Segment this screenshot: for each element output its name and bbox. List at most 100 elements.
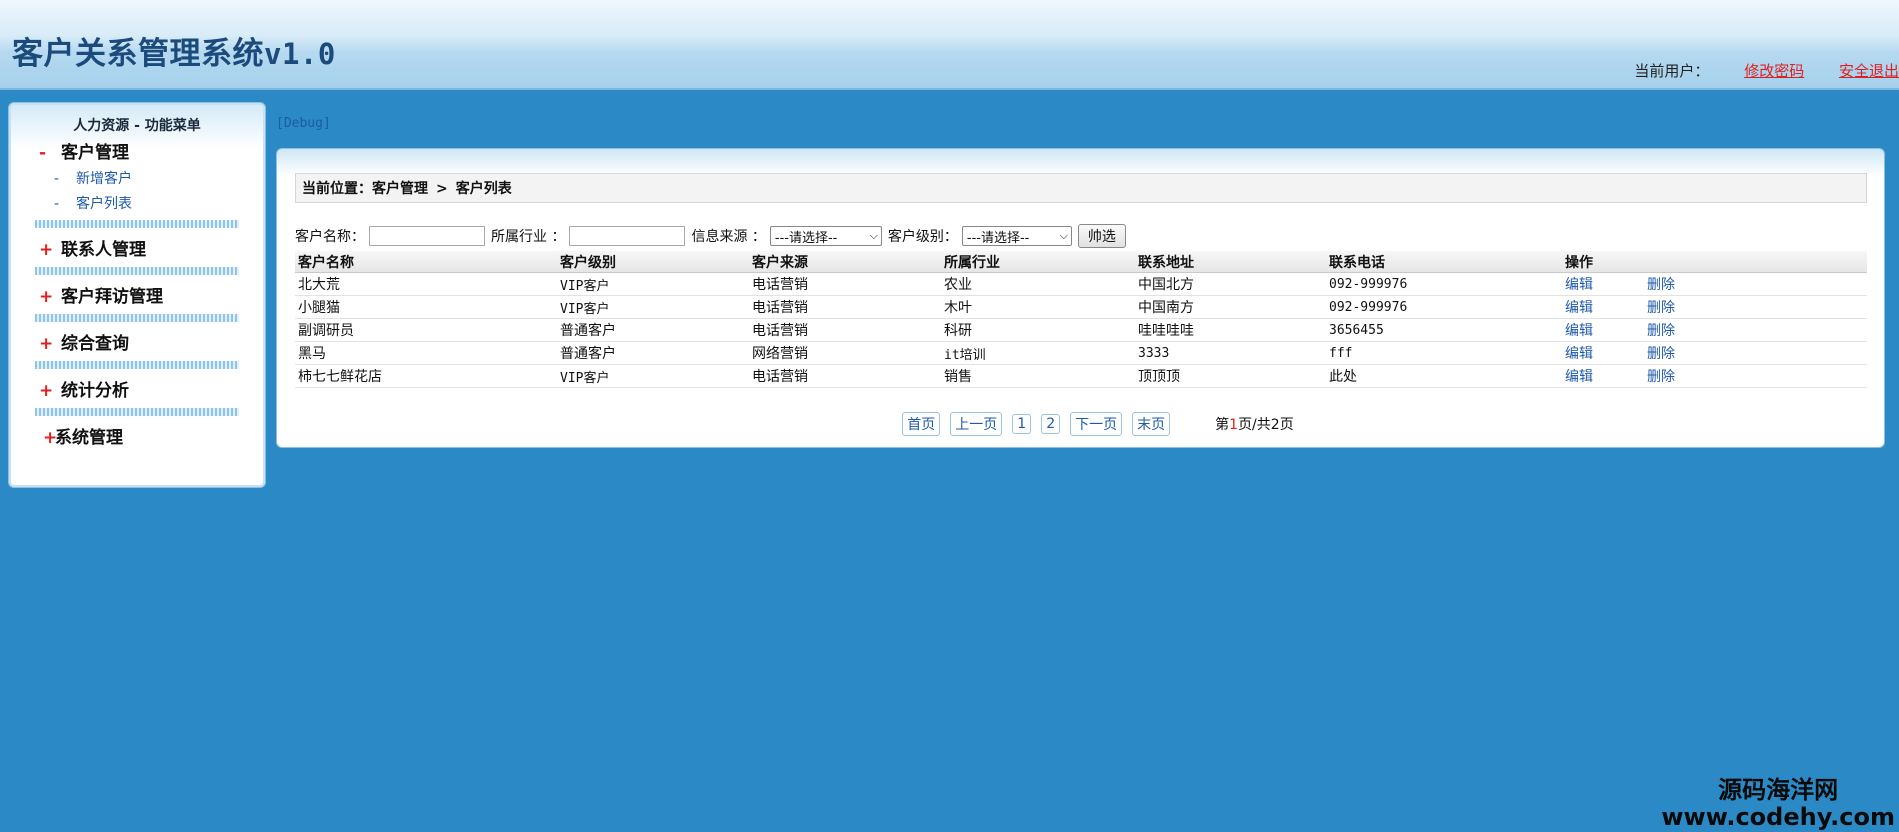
- logout-link[interactable]: 安全退出: [1839, 62, 1899, 80]
- app-version: v1.0: [264, 37, 336, 71]
- cell-source: 电话营销: [749, 272, 941, 296]
- cell-source: 电话营销: [749, 318, 941, 342]
- cell-address: 哇哇哇哇: [1135, 318, 1326, 342]
- menu-group-system[interactable]: + 系统管理: [9, 424, 265, 452]
- industry-label: 所属行业 ：: [491, 229, 566, 245]
- page-info-mid: 页/共: [1238, 417, 1271, 433]
- filter-submit-button[interactable]: 帅选: [1077, 224, 1126, 248]
- total-pages-number: 2: [1270, 417, 1280, 433]
- delete-link[interactable]: 删除: [1647, 346, 1675, 362]
- app-title: 客户关系管理系统v1.0: [12, 28, 336, 73]
- cell-name: 北大荒: [295, 272, 557, 296]
- cell-industry: 科研: [941, 318, 1135, 342]
- industry-input[interactable]: [569, 226, 686, 246]
- edit-link[interactable]: 编辑: [1565, 300, 1593, 316]
- menu-divider: [35, 408, 239, 416]
- delete-link[interactable]: 删除: [1647, 277, 1675, 293]
- change-password-link[interactable]: 修改密码: [1744, 62, 1804, 80]
- cell-level: VIP客户: [557, 272, 749, 296]
- cell-level: VIP客户: [557, 364, 749, 388]
- last-page-button[interactable]: 末页: [1132, 412, 1171, 436]
- user-bar: 当前用户： 修改密码 安全退出: [1634, 60, 1899, 81]
- dash-icon: -: [54, 196, 60, 212]
- menu-group-label: 客户管理: [61, 143, 129, 163]
- delete-link[interactable]: 删除: [1647, 369, 1675, 385]
- source-label: 信息来源 ：: [691, 229, 766, 245]
- menu-group-query[interactable]: + 综合查询: [9, 330, 265, 358]
- app-header: 客户关系管理系统v1.0 当前用户： 修改密码 安全退出: [0, 0, 1899, 90]
- menu-group-label: 联系人管理: [61, 240, 146, 260]
- menu-item-label: 新增客户: [76, 171, 132, 187]
- expand-icon: +: [39, 240, 54, 260]
- page-2-button[interactable]: 2: [1041, 414, 1061, 434]
- menu-group-visits[interactable]: + 客户拜访管理: [9, 283, 265, 311]
- collapse-icon: -: [39, 143, 47, 163]
- cell-phone: 此处: [1326, 364, 1562, 388]
- chevron-down-icon: ⌵: [1059, 229, 1068, 242]
- column-header-source: 客户来源: [749, 251, 941, 273]
- cell-address: 3333: [1135, 341, 1326, 365]
- filter-bar: 客户名称： 所属行业 ： 信息来源 ： ---请选择-- ⌵ 客户级别： ---…: [295, 223, 1867, 249]
- page-1-button[interactable]: 1: [1012, 414, 1032, 434]
- delete-link[interactable]: 删除: [1647, 323, 1675, 339]
- table-header-row: 客户名称 客户级别 客户来源 所属行业 联系地址 联系电话 操作: [295, 251, 1867, 273]
- level-select-value: ---请选择--: [966, 230, 1030, 246]
- page-info-prefix: 第: [1215, 417, 1230, 433]
- menu-item-customer-list[interactable]: - 客户列表: [9, 192, 265, 217]
- cell-source: 网络营销: [749, 341, 941, 365]
- breadcrumb-level1: 客户管理: [372, 181, 428, 197]
- table-row: 柿七七鲜花店 VIP客户 电话营销 销售 顶顶顶 此处 编辑 删除: [295, 364, 1867, 388]
- chevron-down-icon: ⌵: [869, 229, 878, 242]
- watermark: 源码海洋网 www.codehy.com: [1661, 777, 1895, 830]
- cell-actions: 编辑 删除: [1562, 364, 1867, 388]
- edit-link[interactable]: 编辑: [1565, 369, 1593, 385]
- column-header-address: 联系地址: [1135, 251, 1326, 273]
- dash-icon: -: [54, 171, 60, 187]
- cell-name: 柿七七鲜花店: [295, 364, 557, 388]
- cell-phone: 3656455: [1326, 318, 1562, 342]
- first-page-button[interactable]: 首页: [902, 412, 941, 436]
- customer-name-input[interactable]: [369, 226, 485, 246]
- menu-item-new-customer[interactable]: - 新增客户: [9, 167, 265, 192]
- expand-icon: +: [39, 381, 54, 401]
- edit-link[interactable]: 编辑: [1565, 323, 1593, 339]
- customer-level-select[interactable]: ---请选择-- ⌵: [961, 226, 1072, 246]
- cell-level: 普通客户: [557, 318, 749, 342]
- cell-industry: 木叶: [941, 295, 1135, 319]
- expand-icon: +: [43, 428, 58, 448]
- cell-source: 电话营销: [749, 364, 941, 388]
- next-page-button[interactable]: 下一页: [1070, 412, 1123, 436]
- breadcrumb-level2: 客户列表: [455, 181, 512, 197]
- cell-actions: 编辑 删除: [1562, 341, 1867, 365]
- delete-link[interactable]: 删除: [1647, 300, 1675, 316]
- table-row: 北大荒 VIP客户 电话营销 农业 中国北方 092-999976 编辑 删除: [295, 272, 1867, 296]
- prev-page-button[interactable]: 上一页: [950, 412, 1003, 436]
- menu-group-stats[interactable]: + 统计分析: [9, 377, 265, 405]
- menu-group-label: 系统管理: [55, 428, 123, 448]
- cell-industry: 农业: [941, 272, 1135, 296]
- edit-link[interactable]: 编辑: [1565, 346, 1593, 362]
- menu-group-contacts[interactable]: + 联系人管理: [9, 236, 265, 264]
- cell-source: 电话营销: [749, 295, 941, 319]
- menu-group-customer[interactable]: - 客户管理: [9, 139, 265, 167]
- edit-link[interactable]: 编辑: [1565, 277, 1593, 293]
- cell-name: 副调研员: [295, 318, 557, 342]
- pagination: 首页 上一页 1 2 下一页 末页 第1页/共2页: [277, 412, 1884, 436]
- breadcrumb: 当前位置：客户管理 > 客户列表: [295, 173, 1867, 203]
- breadcrumb-prefix: 当前位置：: [302, 181, 372, 197]
- menu-divider: [35, 361, 239, 369]
- watermark-line2: www.codehy.com: [1661, 802, 1895, 831]
- cell-name: 黑马: [295, 341, 557, 365]
- cell-actions: 编辑 删除: [1562, 318, 1867, 342]
- sidebar-menu: 人力资源 - 功能菜单 - 客户管理 - 新增客户 - 客户列表 + 联系人管理…: [8, 102, 266, 488]
- expand-icon: +: [39, 287, 54, 307]
- menu-group-label: 统计分析: [61, 381, 129, 401]
- source-select[interactable]: ---请选择-- ⌵: [769, 226, 882, 246]
- cell-name: 小腿猫: [295, 295, 557, 319]
- debug-link[interactable]: [Debug]: [276, 116, 331, 131]
- column-header-name: 客户名称: [295, 251, 557, 273]
- customer-name-label: 客户名称：: [295, 229, 365, 245]
- source-select-value: ---请选择--: [774, 230, 838, 246]
- cell-level: VIP客户: [557, 295, 749, 319]
- cell-actions: 编辑 删除: [1562, 295, 1867, 319]
